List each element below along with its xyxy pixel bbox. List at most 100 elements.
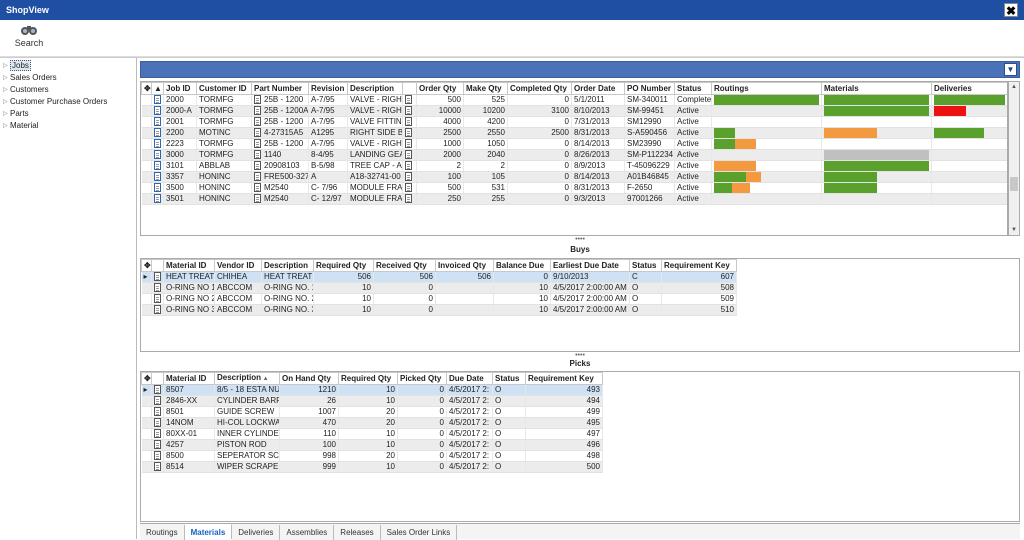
- sort-indicator-icon[interactable]: ▲: [151, 82, 164, 95]
- document-icon[interactable]: [154, 117, 161, 127]
- job-doc-cell[interactable]: [151, 160, 164, 172]
- column-header-status[interactable]: Status: [674, 82, 712, 95]
- row-selector[interactable]: [141, 282, 152, 294]
- column-header-routings[interactable]: Routings: [711, 82, 822, 95]
- document-icon[interactable]: [154, 429, 161, 439]
- job-row[interactable]: 2001 TORMFG 25B - 1200 A-7/95 VALVE FITTING 4…: [141, 116, 1007, 128]
- column-header-revision[interactable]: Revision: [308, 82, 348, 95]
- row-selector[interactable]: ▸: [141, 271, 152, 283]
- job-row[interactable]: 3000TORMFG 1140 8-4/95LANDING GEAR 20002040…: [141, 149, 1007, 161]
- column-header-status[interactable]: Status: [492, 372, 526, 385]
- job-row[interactable]: 3357HONINC FRE500-32741AA18-32741-00 10010…: [141, 171, 1007, 183]
- job-doc-cell[interactable]: [151, 94, 164, 106]
- document-icon[interactable]: [405, 117, 412, 127]
- document-icon[interactable]: [254, 183, 261, 193]
- document-icon[interactable]: [254, 194, 261, 204]
- column-header-part-number[interactable]: Part Number: [251, 82, 309, 95]
- document-icon[interactable]: [154, 139, 161, 149]
- job-doc-cell[interactable]: [151, 127, 164, 139]
- column-header-customer-id[interactable]: Customer ID: [196, 82, 252, 95]
- document-icon[interactable]: [154, 194, 161, 204]
- buy-row[interactable]: O-RING NO 1 ABCCOM O-RING NO. 1 10 0 10 4/5/20…: [141, 282, 737, 294]
- pick-doc-cell[interactable]: [151, 417, 164, 429]
- description-doc[interactable]: [402, 105, 417, 117]
- document-icon[interactable]: [254, 117, 261, 127]
- column-header-order-date[interactable]: Order Date: [571, 82, 625, 95]
- tree-item-customer-purchase-orders[interactable]: ▷ Customer Purchase Orders: [0, 96, 136, 108]
- document-icon[interactable]: [154, 451, 161, 461]
- document-icon[interactable]: [154, 95, 161, 105]
- row-selector[interactable]: [141, 138, 152, 150]
- column-header-vendor-id[interactable]: Vendor ID: [214, 259, 262, 272]
- jobs-vertical-scrollbar[interactable]: ▲ ▼: [1008, 81, 1020, 236]
- document-icon[interactable]: [405, 161, 412, 171]
- buy-doc-cell[interactable]: [151, 271, 164, 283]
- pick-row[interactable]: 8514 WIPER SCRAPER 999 10 0 4/5/2017 2: O 500: [141, 461, 603, 473]
- column-header-requirement-key[interactable]: Requirement Key: [661, 259, 737, 272]
- document-icon[interactable]: [154, 106, 161, 116]
- description-doc[interactable]: [402, 171, 417, 183]
- job-doc-cell[interactable]: [151, 105, 164, 117]
- column-header-material-id[interactable]: Material ID: [163, 259, 215, 272]
- column-header-material-id[interactable]: Material ID: [163, 372, 215, 385]
- job-row[interactable]: 3500HONINC M2540 C- 7/96MODULE FRAM 5005310…: [141, 182, 1007, 194]
- pick-doc-cell[interactable]: [151, 439, 164, 451]
- column-header-job-id[interactable]: Job ID: [163, 82, 197, 95]
- column-header-balance-due[interactable]: Balance Due: [493, 259, 551, 272]
- document-icon[interactable]: [405, 150, 412, 160]
- document-icon[interactable]: [154, 283, 161, 293]
- chevron-down-icon[interactable]: ▼: [1004, 63, 1017, 76]
- row-selector[interactable]: [141, 406, 152, 418]
- column-header-attachment[interactable]: [402, 82, 417, 95]
- pick-doc-cell[interactable]: [151, 428, 164, 440]
- document-icon[interactable]: [154, 305, 161, 315]
- pick-row[interactable]: 8501 GUIDE SCREW 1007 20 0 4/5/2017 2: O 499: [141, 406, 603, 418]
- job-row[interactable]: 2000-A TORMFG 25B - 1200A A-7/95 VALVE - RIG…: [141, 105, 1007, 117]
- job-doc-cell[interactable]: [151, 116, 164, 128]
- document-icon[interactable]: [154, 385, 161, 395]
- scroll-thumb[interactable]: [1010, 177, 1018, 191]
- document-icon[interactable]: [405, 139, 412, 149]
- job-doc-cell[interactable]: [151, 193, 164, 205]
- scroll-up-icon[interactable]: ▲: [1009, 82, 1019, 92]
- pick-row[interactable]: 8500SEPERATOR SCRE9982004/5/2017 2:O498: [141, 450, 603, 462]
- document-icon[interactable]: [405, 95, 412, 105]
- column-header-order-qty[interactable]: Order Qty: [416, 82, 464, 95]
- description-doc[interactable]: [402, 193, 417, 205]
- column-header-description[interactable]: Description: [261, 259, 314, 272]
- sort-indicator-icon[interactable]: [151, 372, 164, 385]
- document-icon[interactable]: [154, 440, 161, 450]
- document-icon[interactable]: [154, 407, 161, 417]
- splitter-handle[interactable]: ••••: [140, 236, 1020, 243]
- document-icon[interactable]: [154, 128, 161, 138]
- job-row[interactable]: 2000 TORMFG 25B - 1200 A-7/95 VALVE - RIGHT 5…: [141, 94, 1007, 106]
- pick-row[interactable]: 80XX-01 INNER CYLINDER 110 10 0 4/5/2017 2: O 4…: [141, 428, 603, 440]
- document-icon[interactable]: [254, 150, 261, 160]
- tree-item-customers[interactable]: ▷ Customers: [0, 84, 136, 96]
- row-selector[interactable]: [141, 149, 152, 161]
- pick-row[interactable]: ▸ 8507 8/5 - 18 ESTA NU 1210 10 0 4/5/2017 2: O…: [141, 384, 603, 396]
- row-selector[interactable]: [141, 171, 152, 183]
- pick-doc-cell[interactable]: [151, 384, 164, 396]
- row-selector[interactable]: [141, 94, 152, 106]
- job-row[interactable]: 3501HONINC M2540 C- 12/97MODULE FRAM 250255…: [141, 193, 1007, 205]
- row-selector[interactable]: [141, 395, 152, 407]
- row-selector[interactable]: ▸: [141, 384, 152, 396]
- description-doc[interactable]: [402, 182, 417, 194]
- description-doc[interactable]: [402, 160, 417, 172]
- tree-item-parts[interactable]: ▷ Parts: [0, 108, 136, 120]
- pick-row[interactable]: 14NOM HI-COL LOCKWAS 470 20 0 4/5/2017 2: O 495: [141, 417, 603, 429]
- row-selector[interactable]: [141, 193, 152, 205]
- column-header-po-number[interactable]: PO Number: [624, 82, 675, 95]
- document-icon[interactable]: [254, 172, 261, 182]
- row-options-icon[interactable]: ✥: [141, 82, 152, 95]
- document-icon[interactable]: [405, 128, 412, 138]
- buy-doc-cell[interactable]: [151, 304, 164, 316]
- buy-row[interactable]: O-RING NO 3 ABCCOM O-RING NO. 3 10 0 10 4/5/20…: [141, 304, 737, 316]
- expand-arrow-icon[interactable]: ▷: [3, 120, 8, 132]
- job-doc-cell[interactable]: [151, 149, 164, 161]
- job-row[interactable]: 2223 TORMFG 25B - 1200 A-7/95 VALVE - RIGHT 1…: [141, 138, 1007, 150]
- document-icon[interactable]: [154, 183, 161, 193]
- description-doc[interactable]: [402, 138, 417, 150]
- close-button[interactable]: ✖: [1004, 3, 1018, 18]
